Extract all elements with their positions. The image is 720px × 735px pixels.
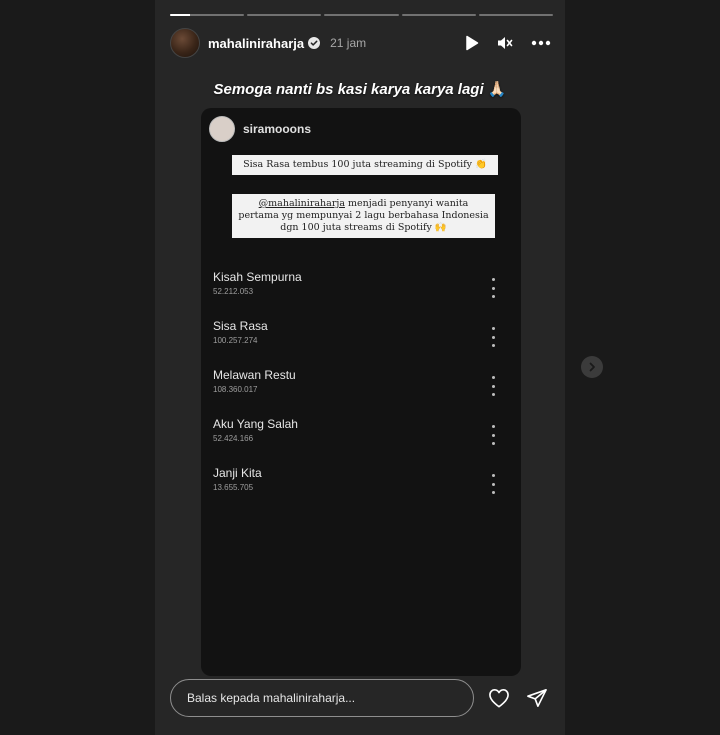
card-avatar: [209, 116, 235, 142]
story-header: mahaliniraharja 21 jam: [170, 28, 551, 58]
pray-emoji: 🙏🏻: [487, 81, 507, 98]
track-name: Melawan Restu: [213, 368, 296, 382]
track-name: Kisah Sempurna: [213, 270, 302, 284]
progress-segment: [170, 14, 245, 16]
reposted-story-card: siramooons Sisa Rasa tembus 100 juta str…: [201, 108, 521, 676]
track-row: Janji Kita 13.655.705: [213, 466, 509, 515]
track-menu-icon: [485, 278, 501, 298]
track-name: Sisa Rasa: [213, 319, 268, 333]
track-list: Kisah Sempurna 52.212.053 Sisa Rasa 100.…: [213, 270, 509, 515]
text-sticker-2: @mahaliniraharja menjadi penyanyi wanita…: [232, 194, 495, 238]
play-icon[interactable]: [465, 35, 479, 51]
track-menu-icon: [485, 425, 501, 445]
track-row: Melawan Restu 108.360.017: [213, 368, 509, 417]
track-menu-icon: [485, 327, 501, 347]
timestamp: 21 jam: [330, 36, 367, 50]
reply-bar: [170, 678, 551, 718]
next-story-button[interactable]: [581, 356, 603, 378]
track-plays: 13.655.705: [213, 483, 254, 492]
progress-segment: [401, 14, 476, 16]
story-viewer: mahaliniraharja 21 jam Semoga nanti bs k…: [155, 0, 565, 735]
track-row: Sisa Rasa 100.257.274: [213, 319, 509, 368]
progress-segment: [247, 14, 322, 16]
track-plays: 52.424.166: [213, 434, 254, 443]
story-caption: Semoga nanti bs kasi karya karya lagi 🙏🏻: [155, 80, 565, 98]
track-plays: 100.257.274: [213, 336, 258, 345]
text-sticker-1: Sisa Rasa tembus 100 juta streaming di S…: [232, 155, 498, 175]
track-menu-icon: [485, 474, 501, 494]
chevron-right-icon: [589, 362, 595, 372]
progress-segment: [478, 14, 554, 16]
send-icon[interactable]: [526, 688, 548, 708]
track-row: Kisah Sempurna 52.212.053: [213, 270, 509, 319]
track-plays: 52.212.053: [213, 287, 254, 296]
mention-link: @mahaliniraharja: [258, 198, 345, 209]
track-plays: 108.360.017: [213, 385, 258, 394]
track-name: Janji Kita: [213, 466, 262, 480]
track-menu-icon: [485, 376, 501, 396]
mute-icon[interactable]: [497, 35, 513, 51]
reply-input[interactable]: [170, 679, 474, 717]
verified-badge-icon: [308, 37, 321, 49]
card-username: siramooons: [243, 122, 312, 136]
heart-icon[interactable]: [488, 688, 510, 708]
avatar[interactable]: [170, 28, 200, 58]
caption-text: Semoga nanti bs kasi karya karya lagi: [213, 81, 484, 98]
progress-segment: [324, 14, 399, 16]
username-link[interactable]: mahaliniraharja: [208, 36, 304, 51]
track-name: Aku Yang Salah: [213, 417, 298, 431]
card-header: siramooons: [201, 108, 521, 150]
more-options-icon[interactable]: [531, 40, 551, 46]
track-row: Aku Yang Salah 52.424.166: [213, 417, 509, 466]
story-progress-bar: [170, 14, 554, 16]
